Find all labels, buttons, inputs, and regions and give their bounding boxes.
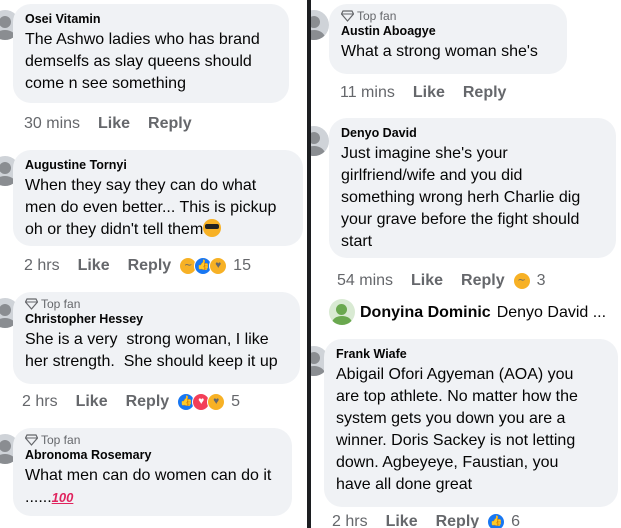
reaction-summary[interactable]: 👍 ♥ ♥: [177, 393, 226, 411]
top-fan-label: Top fan: [357, 9, 397, 23]
comment-meta: 2 hrs Like Reply 👍 ♥ ♥ 5: [22, 393, 240, 411]
comment-author[interactable]: Abronoma Rosemary: [25, 448, 280, 462]
comment-meta: 30 mins Like Reply: [24, 115, 210, 133]
reply-button[interactable]: Reply: [128, 257, 172, 275]
reply-button[interactable]: Reply: [461, 272, 505, 290]
comment-text-content: When they say they can do what men do ev…: [25, 177, 277, 238]
comment-meta: 2 hrs Like Reply 👍 6: [332, 513, 520, 528]
comment-text: Just imagine she's your girlfriend/wife …: [341, 145, 581, 250]
reply-button[interactable]: Reply: [436, 513, 480, 528]
reaction-summary[interactable]: ∼: [512, 272, 531, 290]
top-fan-label: Top fan: [41, 433, 81, 447]
like-button[interactable]: Like: [98, 115, 130, 133]
comment-meta: 2 hrs Like Reply ∼ 👍 ♥ 15: [24, 257, 251, 275]
like-button[interactable]: Like: [386, 513, 418, 528]
reaction-count[interactable]: 6: [511, 513, 520, 528]
top-fan-label: Top fan: [41, 297, 81, 311]
comment-author[interactable]: Denyo David: [341, 126, 604, 140]
comment-time[interactable]: 30 mins: [24, 115, 80, 133]
top-fan-badge: Top fan: [25, 297, 288, 311]
hundred-points-emoji-icon: 100: [51, 490, 74, 505]
comment-bubble: Top fan Christopher Hessey She is a very…: [13, 292, 300, 384]
comment-author[interactable]: Augustine Tornyi: [25, 158, 291, 172]
comment-author[interactable]: Frank Wiafe: [336, 347, 606, 361]
reply-button[interactable]: Reply: [463, 84, 507, 102]
reply-snippet[interactable]: Denyo David ...: [497, 304, 606, 322]
comment-meta: 54 mins Like Reply ∼ 3: [337, 272, 546, 290]
comment-time[interactable]: 2 hrs: [24, 257, 60, 275]
reaction-count[interactable]: 3: [537, 272, 546, 290]
top-fan-icon: [25, 298, 38, 310]
reaction-summary[interactable]: ∼ 👍 ♥: [179, 257, 228, 275]
reaction-summary[interactable]: 👍: [487, 513, 506, 528]
comment-time[interactable]: 2 hrs: [332, 513, 368, 528]
comment-author[interactable]: Christopher Hessey: [25, 312, 288, 326]
like-button[interactable]: Like: [411, 272, 443, 290]
comment-author[interactable]: Osei Vitamin: [25, 12, 277, 26]
care-reaction-icon: ♥: [207, 393, 226, 411]
comment-meta: 11 mins Like Reply: [340, 84, 524, 102]
reaction-count[interactable]: 5: [231, 393, 240, 411]
reply-author[interactable]: Donyina Dominic: [360, 304, 491, 322]
care-reaction-icon: ♥: [209, 257, 228, 275]
comment-text: What men can do women can do it ......10…: [25, 465, 280, 509]
comment-bubble: Augustine Tornyi When they say they can …: [13, 150, 303, 246]
haha-reaction-icon: ∼: [512, 272, 531, 290]
avatar[interactable]: [311, 10, 329, 40]
top-fan-icon: [341, 10, 354, 22]
comment-bubble: Top fan Austin Aboagye What a strong wom…: [329, 4, 567, 74]
top-fan-badge: Top fan: [25, 433, 280, 447]
reply-button[interactable]: Reply: [126, 393, 170, 411]
reply-preview[interactable]: Donyina Dominic Denyo David ...: [360, 304, 606, 322]
comment-bubble: Denyo David Just imagine she's your girl…: [329, 118, 616, 258]
like-button[interactable]: Like: [413, 84, 445, 102]
comment-bubble: Top fan Abronoma Rosemary What men can d…: [13, 428, 292, 516]
comment-time[interactable]: 2 hrs: [22, 393, 58, 411]
left-comment-column: Osei Vitamin The Ashwo ladies who has br…: [0, 0, 307, 528]
like-button[interactable]: Like: [78, 257, 110, 275]
top-fan-badge: Top fan: [341, 9, 555, 23]
right-comment-column: Top fan Austin Aboagye What a strong wom…: [311, 0, 621, 528]
reply-avatar[interactable]: [329, 299, 355, 325]
like-reaction-icon: 👍: [487, 513, 506, 528]
comment-time[interactable]: 11 mins: [340, 84, 395, 102]
cool-face-emoji-icon: [203, 219, 222, 237]
comment-author[interactable]: Austin Aboagye: [341, 24, 555, 38]
comment-bubble: Frank Wiafe Abigail Ofori Agyeman (AOA) …: [324, 339, 618, 507]
comment-text: When they say they can do what men do ev…: [25, 175, 291, 241]
reply-button[interactable]: Reply: [148, 115, 192, 133]
comment-text: She is a very strong woman, I like her s…: [25, 331, 278, 370]
reaction-count[interactable]: 15: [233, 257, 251, 275]
comment-text: Abigail Ofori Agyeman (AOA) you are top …: [336, 366, 578, 493]
top-fan-icon: [25, 434, 38, 446]
comment-text: The Ashwo ladies who has brand demselfs …: [25, 31, 260, 92]
comment-time[interactable]: 54 mins: [337, 272, 393, 290]
comment-bubble: Osei Vitamin The Ashwo ladies who has br…: [13, 4, 289, 103]
avatar[interactable]: [311, 126, 329, 156]
like-button[interactable]: Like: [76, 393, 108, 411]
comment-text: What a strong woman she's: [341, 43, 538, 60]
